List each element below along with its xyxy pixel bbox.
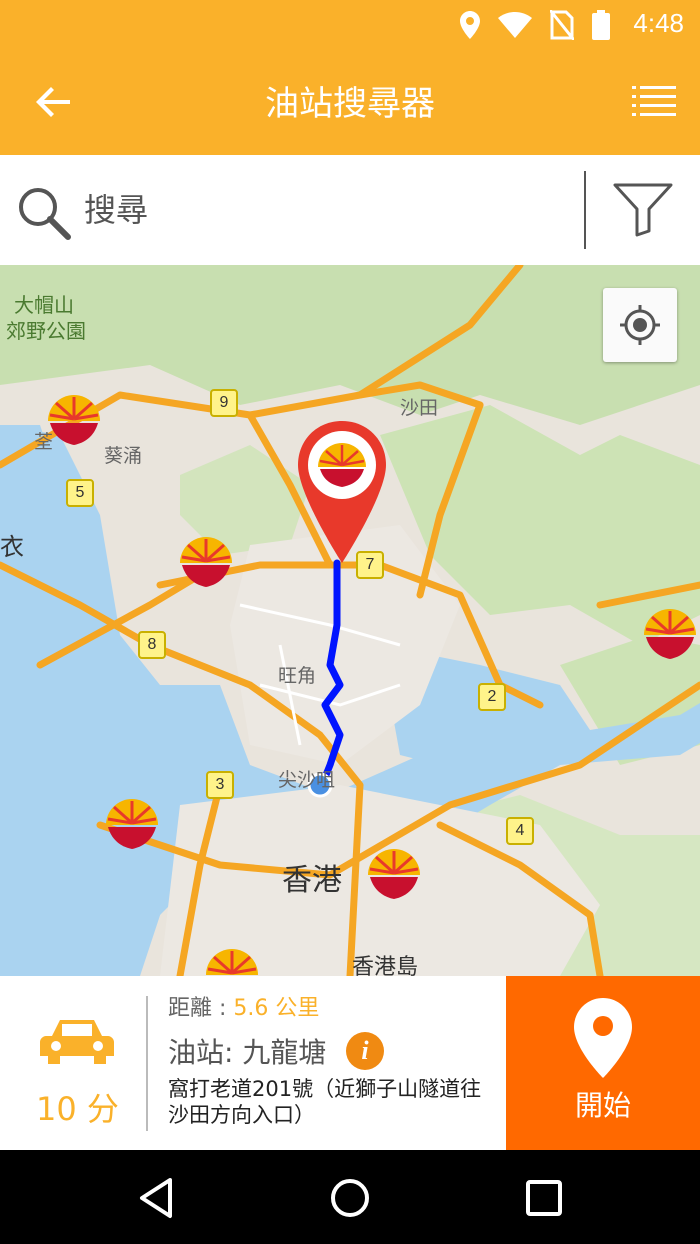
home-circle-icon[interactable] [328,1176,372,1220]
map-label-tai-mo-shan: 大帽山 [14,293,74,317]
location-pin-icon [574,998,632,1078]
system-nav-bar [0,1150,700,1244]
map-label-country-park: 郊野公園 [6,319,86,343]
map-label-sha-tin: 沙田 [400,397,439,419]
route-shield: 8 [138,631,166,659]
map-view[interactable]: 大帽山 郊野公園 沙田 葵涌 荃 衣 旺角 尖沙咀 香港 香港島 9 5 7 8… [0,265,700,976]
app-bar: 油站搜尋器 [0,48,700,155]
panel-divider [146,996,148,1131]
start-navigation-button[interactable]: 開始 [506,976,700,1150]
station-address: 窩打老道201號（近獅子山隧道往沙田方向入口） [168,1077,482,1127]
start-label: 開始 [574,1089,631,1122]
back-triangle-icon[interactable] [134,1176,178,1220]
search-input[interactable] [82,183,566,237]
route-shield: 9 [210,389,238,417]
search-bar [0,155,700,266]
distance-label: 距離 : [168,996,234,1021]
status-time: 4:48 [633,8,684,38]
crosshair-icon [620,305,660,345]
gas-station-marker-icon[interactable] [44,391,104,451]
battery-icon [592,10,610,40]
page-title: 油站搜尋器 [265,84,435,124]
route-shield: 3 [206,771,234,799]
search-icon[interactable] [16,185,72,241]
map-label-kwai-chung: 葵涌 [104,445,143,467]
info-button[interactable]: i [346,1032,384,1070]
map-label-mong-kok: 旺角 [278,665,317,687]
car-icon [40,1020,114,1064]
travel-time: 10 分 [36,1090,119,1128]
route-shield: 2 [478,683,506,711]
search-divider [584,171,586,249]
wifi-icon [498,12,532,38]
station-name: 油站: 九龍塘 [168,1036,327,1069]
list-menu-icon[interactable] [632,84,676,120]
map-label-tsim-sha-tsui: 尖沙咀 [278,769,336,791]
status-icons [460,10,610,40]
distance: 距離 : 5.6 公里 [168,990,319,1022]
status-bar: 4:48 [0,0,700,48]
gas-station-marker-icon[interactable] [364,845,424,905]
filter-icon[interactable] [612,181,674,237]
my-location-button[interactable] [603,288,677,362]
map-base [0,265,700,976]
selected-station-pin-icon[interactable] [296,419,388,565]
route-shield: 5 [66,479,94,507]
no-sim-icon [550,10,574,40]
gas-station-marker-icon[interactable] [176,533,236,593]
distance-value: 5.6 公里 [233,996,320,1021]
gas-station-marker-icon[interactable] [102,795,162,855]
map-label-hk-island: 香港島 [352,955,419,976]
gas-station-marker-icon[interactable] [640,605,700,665]
recents-square-icon[interactable] [522,1176,566,1220]
map-label-yi: 衣 [0,533,24,561]
gas-station-marker-icon[interactable] [202,945,262,976]
map-label-hong-kong: 香港 [282,863,342,898]
location-icon [460,11,480,39]
route-shield: 4 [506,817,534,845]
